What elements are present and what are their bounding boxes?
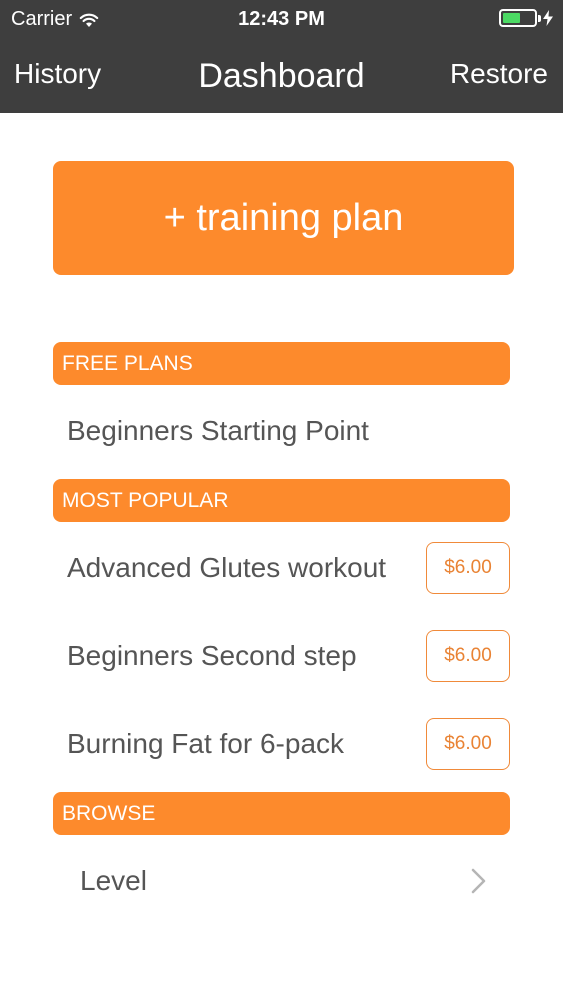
status-bar: Carrier 12:43 PM	[0, 0, 563, 40]
battery-level-fill	[503, 13, 520, 23]
section-header-most-popular: MOST POPULAR	[53, 479, 510, 522]
price-button[interactable]: $6.00	[426, 630, 510, 682]
restore-button[interactable]: Restore	[450, 58, 548, 90]
price-button[interactable]: $6.00	[426, 718, 510, 770]
add-training-plan-button[interactable]: + training plan	[53, 161, 514, 275]
section-header-free-plans: FREE PLANS	[53, 342, 510, 385]
list-item-burning-fat[interactable]: Burning Fat for 6-pack $6.00	[53, 714, 510, 774]
list-item-label: Beginners Second step	[67, 640, 357, 671]
list-item-beginners-second-step[interactable]: Beginners Second step $6.00	[53, 626, 510, 686]
price-button[interactable]: $6.00	[426, 542, 510, 594]
list-item-label: Beginners Starting Point	[67, 415, 369, 446]
chevron-right-icon	[471, 868, 486, 894]
list-item-label: Advanced Glutes workout	[67, 552, 387, 583]
section-header-browse: BROWSE	[53, 792, 510, 835]
charging-bolt-icon	[543, 10, 553, 26]
status-time: 12:43 PM	[238, 8, 325, 30]
list-item-level[interactable]: Level	[53, 851, 510, 911]
navigation-bar: History Dashboard Restore	[0, 40, 563, 113]
list-item-label: Burning Fat for 6-pack	[67, 728, 345, 759]
list-item-label: Level	[80, 865, 147, 896]
list-item-advanced-glutes[interactable]: Advanced Glutes workout $6.00	[53, 538, 510, 598]
status-right	[499, 9, 553, 27]
battery-tip	[538, 15, 541, 22]
list-item-beginners-starting-point[interactable]: Beginners Starting Point	[53, 401, 510, 461]
battery-icon	[499, 9, 541, 27]
